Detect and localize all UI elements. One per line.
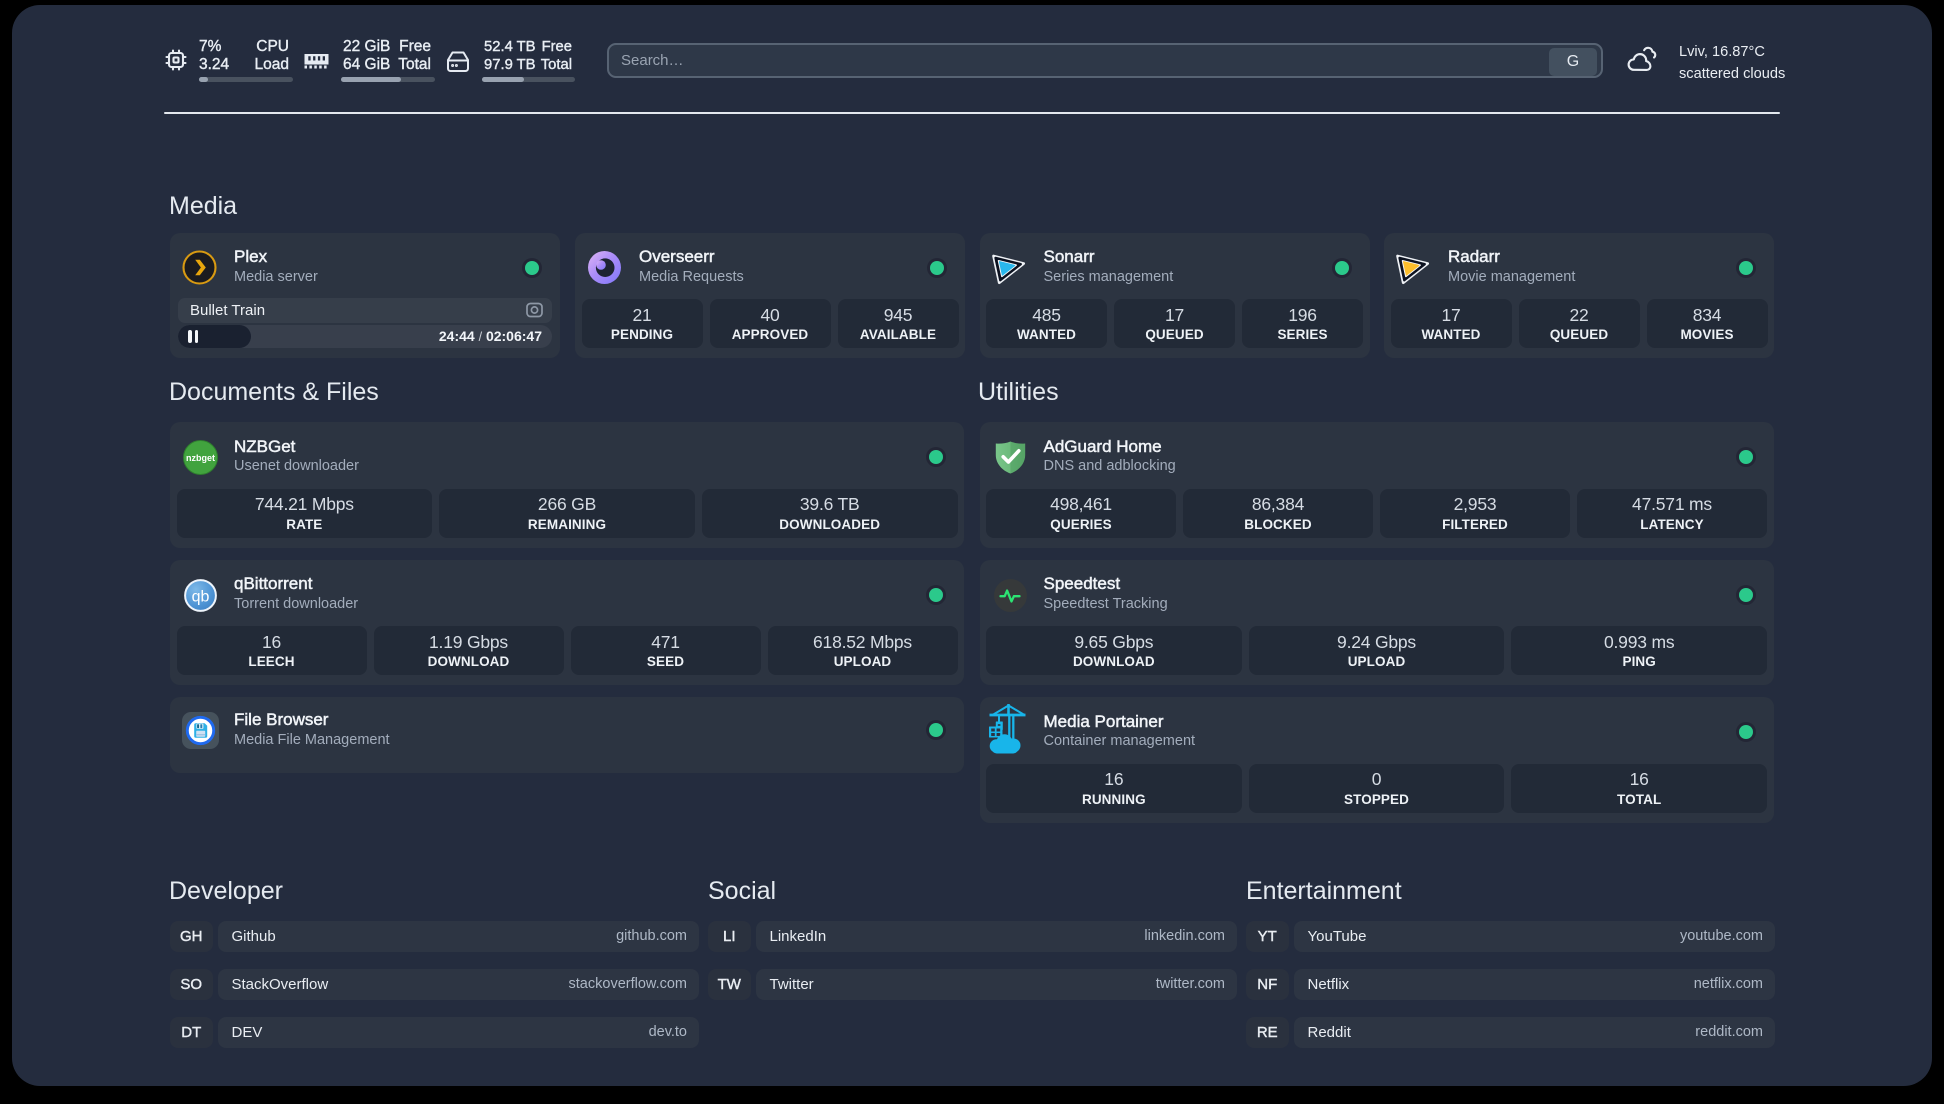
svg-text:qb: qb xyxy=(192,588,210,605)
svg-text:nzbget: nzbget xyxy=(186,453,215,463)
